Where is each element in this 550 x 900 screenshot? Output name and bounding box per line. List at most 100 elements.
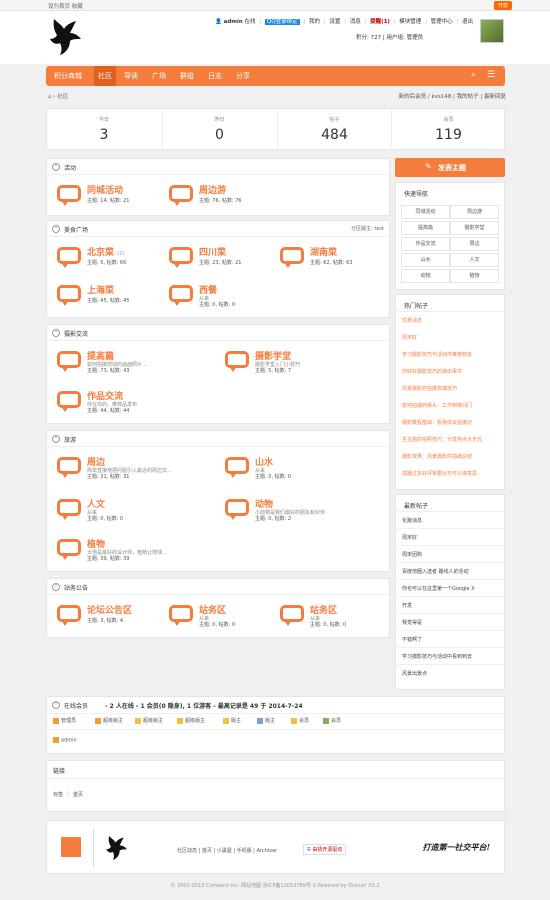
hot-post-link[interactable]: 风景摄影的拍摄高端技巧 [402, 385, 457, 392]
section-title[interactable]: 旅游 [64, 435, 76, 444]
section-moderator[interactable]: 分区版主: test [351, 225, 384, 232]
section-title[interactable]: 摄影交流 [64, 329, 88, 338]
new-post-link[interactable]: 不错啊了 [402, 636, 422, 643]
logout-link[interactable]: 退出 [462, 19, 473, 25]
user-toolbar: 👤 admin 在线 | QQ登录绑定 | 我的 | 设置 | 消息 | 提醒(… [215, 19, 474, 25]
online-member[interactable]: admin [53, 737, 77, 744]
online-title[interactable]: 在线会员 [64, 701, 88, 710]
forum-bubble-icon [57, 285, 81, 307]
collapse-icon[interactable]: ⌃ [52, 329, 60, 337]
collapse-icon[interactable]: ⌃ [52, 701, 60, 709]
hot-post-link[interactable]: 优惠消息 [402, 317, 422, 324]
new-post-link[interactable]: 你也可以在这里第一个Google X [402, 585, 475, 592]
nav-item-guide[interactable]: 导读 [124, 71, 138, 81]
hot-post-link[interactable]: 摄影教程基础：看我体会拍摄记 [402, 419, 472, 426]
online-members-panel: ⌃ 在线会员 - 2 人在线 - 1 会员(0 隐身), 1 位游客 - 最高记… [46, 696, 505, 754]
user-icon [135, 717, 141, 724]
friend-link[interactable]: 首页 [73, 791, 83, 798]
section-announcements: ⌃ 站务公告 论坛公告区 主题: 3, 帖数: 4 站务区 从来 主题: 0, … [46, 578, 390, 638]
hot-post-link[interactable]: 拍摄过多好评有要对方可以得意思 [402, 470, 477, 477]
home-icon[interactable]: ⌂ [48, 94, 52, 100]
section-title[interactable]: 活动 [64, 163, 76, 172]
forum-bubble-icon [57, 605, 81, 627]
nav-item-points-mall[interactable]: 积分商城 [54, 71, 82, 81]
module-manage-link[interactable]: 模块管理 [399, 19, 421, 25]
footer-slogan: 打造第一社交平台! [422, 842, 490, 852]
search-icon[interactable]: ⌕ [471, 70, 476, 80]
forum-bubble-icon [280, 247, 304, 269]
collapse-icon[interactable]: ⌃ [52, 225, 60, 233]
new-post-link[interactable]: 百度地圈入选者 路线人的活动 [402, 568, 469, 575]
nav-item-forum[interactable]: 社区 [94, 66, 116, 86]
hot-posts-panel: 热门帖子 优惠消息 周末好 学习摄影技巧与活动中推荐到去 你好好摄影技巧的演出事… [395, 294, 505, 490]
usergroup-link[interactable]: 用户组: 管理员 [386, 35, 423, 41]
new-post-link[interactable]: 周末团购 [402, 551, 422, 558]
new-post-link[interactable]: 风景出景点 [402, 670, 427, 677]
nav-item-plaza[interactable]: 广场 [152, 71, 166, 81]
hot-posts-title: 热门帖子 [404, 303, 429, 310]
legend-item: 版主 [257, 717, 275, 724]
quick-nav-item[interactable]: 摄影学堂 [450, 221, 499, 235]
qq-bind-button[interactable]: QQ登录绑定 [264, 19, 300, 25]
new-post-button[interactable]: ✎ 发表主题 [395, 158, 505, 177]
section-food: ⌃ 美食广场 分区版主: test 北京菜 (2) 主题: 5, 帖数: 66 … [46, 220, 390, 318]
hot-post-link[interactable]: 学习摄影技巧与活动中推荐到去 [402, 351, 472, 358]
open-badge[interactable]: 开放 [493, 1, 512, 10]
user-icon [53, 737, 59, 743]
breadcrumb-right-links[interactable]: 新的后会员 / kvs148 | 我的帖子 | 最新回复 [399, 92, 506, 100]
quick-nav-item[interactable]: 同城活动 [401, 205, 450, 219]
hot-post-link[interactable]: 摄影效果：风景摄影的拍摄总结 [402, 453, 472, 460]
bird-logo-icon[interactable] [48, 15, 84, 59]
quick-nav-item[interactable]: 作品交流 [401, 237, 450, 251]
quick-nav-item[interactable]: 人文 [450, 253, 499, 267]
quick-nav-item[interactable]: 提高篇 [401, 221, 450, 235]
quick-nav-panel: 快速导航 同城活动 周边游 提高篇 摄影学堂 作品交流 周边 山水 人文 动物 … [395, 182, 505, 290]
nav-item-share[interactable]: 分享 [236, 71, 250, 81]
my-link[interactable]: 我的 [309, 19, 320, 25]
collapse-icon[interactable]: ⌃ [52, 583, 60, 591]
hot-post-link[interactable]: 你好好摄影技巧的演出事件 [402, 368, 462, 375]
quick-nav-item[interactable]: 周边 [450, 237, 499, 251]
legend-item: 超级版主 [95, 717, 123, 724]
breadcrumb: ⌂ › 社区 [48, 92, 68, 100]
quick-nav-item[interactable]: 植物 [450, 269, 499, 283]
messages-link[interactable]: 消息 [350, 19, 361, 25]
new-post-link[interactable]: 我觉得是 [402, 619, 422, 626]
stat-today: 今日 3 [98, 117, 109, 143]
online-status[interactable]: 在线 [245, 19, 256, 25]
footer-badge[interactable]: ⛨ 由猜开源驱动 [303, 844, 347, 855]
notify-link[interactable]: 提醒(1) [370, 19, 390, 25]
avatar[interactable] [480, 19, 504, 43]
footer-links[interactable]: 社区动态 | 首页 | 小黑屋 | 手机版 | Archiver [177, 847, 277, 854]
username-link[interactable]: admin [224, 19, 243, 25]
nav-item-blog[interactable]: 日志 [208, 71, 222, 81]
admin-center-link[interactable]: 管理中心 [431, 19, 453, 25]
quick-nav-item[interactable]: 山水 [401, 253, 450, 267]
section-title[interactable]: 美食广场 [64, 225, 88, 234]
user-icon [177, 717, 183, 724]
breadcrumb-forum[interactable]: › 社区 [53, 94, 68, 100]
quick-nav-item[interactable]: 动物 [401, 269, 450, 283]
nav-item-groups[interactable]: 群组 [180, 71, 194, 81]
top-links[interactable]: 设为首页 收藏 [48, 2, 83, 10]
forum-bubble-icon [225, 351, 249, 373]
forum-bubble-icon [169, 605, 193, 627]
credits-link[interactable]: 积分: 727 [356, 35, 381, 41]
hot-post-link[interactable]: 生主题的拍照技巧：分享地点大无光 [402, 436, 482, 443]
friend-link[interactable]: 标签 [53, 791, 63, 798]
section-activities: ⌃ 活动 同城活动 主题: 14, 帖数: 21 周边游 主题: 76, 帖数:… [46, 158, 390, 216]
new-post-link[interactable]: 周末好 [402, 534, 417, 541]
edit-icon: ✎ [425, 162, 432, 171]
settings-link[interactable]: 设置 [329, 19, 340, 25]
menu-icon[interactable]: ☰ [487, 70, 495, 80]
hot-post-link[interactable]: 如何拍摄的街头：工作到夜间门 [402, 402, 472, 409]
footer-logo-square [61, 837, 81, 857]
collapse-icon[interactable]: ⌃ [52, 163, 60, 171]
new-post-link[interactable]: 学习摄影技巧与活动中看到到去 [402, 653, 472, 660]
quick-nav-item[interactable]: 周边游 [450, 205, 499, 219]
new-post-link[interactable]: 化跑消息 [402, 517, 422, 524]
section-title[interactable]: 站务公告 [64, 583, 88, 592]
collapse-icon[interactable]: ⌃ [52, 435, 60, 443]
new-post-link[interactable]: 开发 [402, 602, 412, 609]
hot-post-link[interactable]: 周末好 [402, 334, 417, 341]
